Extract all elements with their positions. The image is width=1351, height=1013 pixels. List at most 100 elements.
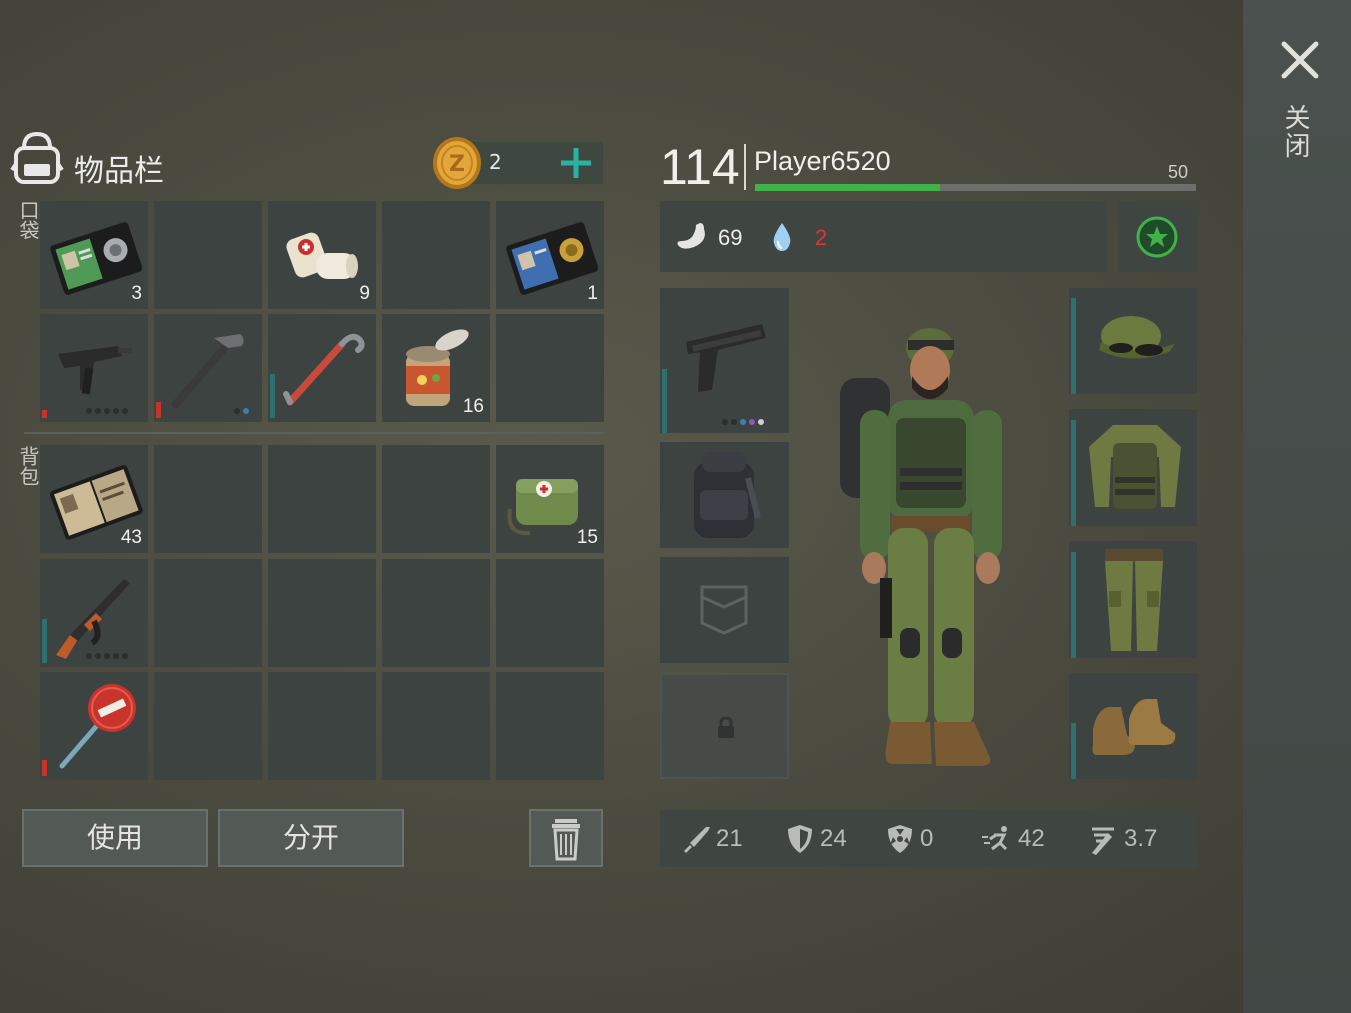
player-level: 114 bbox=[660, 139, 740, 195]
trash-button[interactable] bbox=[529, 809, 603, 867]
backpack-slot-8[interactable] bbox=[268, 559, 376, 667]
camo-cap-icon bbox=[1099, 316, 1175, 359]
durability-bar bbox=[1071, 420, 1076, 526]
pocket-slot-4[interactable] bbox=[382, 201, 490, 309]
water-value: 2 bbox=[815, 225, 828, 250]
pocket-slot-3[interactable]: 9 bbox=[268, 201, 376, 309]
radiation-stat: 0 bbox=[884, 810, 933, 867]
camo-pants-icon bbox=[1105, 549, 1163, 651]
backpack-slot-14[interactable] bbox=[382, 672, 490, 780]
pocket-slot-2[interactable] bbox=[154, 201, 262, 309]
durability-bar bbox=[662, 369, 667, 433]
backpack-slot-1[interactable]: 43 bbox=[40, 445, 148, 553]
add-coins-button[interactable] bbox=[556, 143, 596, 183]
slot-quantity: 15 bbox=[576, 527, 598, 548]
backpack-slot-11[interactable] bbox=[40, 672, 148, 780]
stealth-value: 3.7 bbox=[1124, 824, 1158, 852]
police-id-wallet-icon bbox=[50, 222, 143, 295]
lock-icon bbox=[718, 717, 734, 738]
pocket-slot-10[interactable] bbox=[496, 314, 604, 422]
shield-icon bbox=[788, 824, 812, 853]
slot-quantity: 16 bbox=[462, 396, 484, 417]
pocket-slot-8[interactable] bbox=[268, 314, 376, 422]
backpack-slot-3[interactable] bbox=[268, 445, 376, 553]
durability-bar bbox=[1071, 723, 1076, 779]
slot-quantity: 9 bbox=[359, 283, 370, 304]
pocket-equip-slot[interactable] bbox=[660, 557, 789, 663]
backpack-slot-13[interactable] bbox=[268, 672, 376, 780]
stealth-stat: 3.7 bbox=[1088, 810, 1157, 867]
close-button[interactable] bbox=[1278, 38, 1322, 82]
xp-progress-fill bbox=[755, 184, 941, 191]
stealth-icon bbox=[1092, 827, 1114, 855]
durability-bar bbox=[1071, 552, 1076, 658]
locked-equip-slot[interactable] bbox=[660, 673, 789, 779]
speed-value: 42 bbox=[1018, 824, 1045, 852]
xp-progress-bar bbox=[755, 184, 1196, 191]
needs-bar: 69 2 bbox=[660, 201, 1107, 272]
player-character bbox=[840, 328, 1002, 766]
knife-icon bbox=[684, 826, 710, 853]
attack-value: 21 bbox=[716, 824, 743, 852]
star-icon bbox=[1136, 216, 1178, 258]
pocket-slot-7[interactable] bbox=[154, 314, 262, 422]
backpack-slot-7[interactable] bbox=[154, 559, 262, 667]
weapon-slot[interactable] bbox=[660, 288, 789, 433]
coin-icon: Z bbox=[433, 137, 481, 189]
uzi-smg-icon bbox=[58, 346, 132, 395]
food-value: 69 bbox=[718, 225, 743, 250]
backpack-slot-5[interactable]: 15 bbox=[496, 445, 604, 553]
ak47-rifle-icon bbox=[56, 579, 130, 659]
pistol-icon bbox=[686, 324, 766, 392]
backpack-slot-10[interactable] bbox=[496, 559, 604, 667]
backpack-slot-12[interactable] bbox=[154, 672, 262, 780]
defense-stat: 24 bbox=[784, 810, 847, 867]
backpack-slot-15[interactable] bbox=[496, 672, 604, 780]
durability-bar bbox=[1071, 298, 1076, 394]
speed-stat: 42 bbox=[982, 810, 1045, 867]
slot-quantity: 1 bbox=[587, 283, 598, 304]
stats-bar: 21 24 0 42 3.7 bbox=[660, 810, 1197, 867]
crowbar-icon bbox=[283, 333, 365, 406]
backpack-slot-6[interactable] bbox=[40, 559, 148, 667]
camo-jacket-icon bbox=[1089, 425, 1181, 509]
backpack-slot-2[interactable] bbox=[154, 445, 262, 553]
use-button[interactable]: 使用 bbox=[22, 809, 208, 867]
tan-boots-icon bbox=[1092, 699, 1176, 755]
favorites-button[interactable] bbox=[1118, 201, 1197, 272]
legs-slot[interactable] bbox=[1069, 541, 1197, 658]
level-separator bbox=[744, 144, 746, 190]
backpack-slot-9[interactable] bbox=[382, 559, 490, 667]
head-slot[interactable] bbox=[1069, 288, 1197, 394]
stomach-icon bbox=[677, 223, 705, 249]
pocket-slot-9[interactable]: 16 bbox=[382, 314, 490, 422]
radiation-value: 0 bbox=[920, 824, 934, 852]
water-drop-icon bbox=[773, 223, 791, 251]
player-name: Player6520 bbox=[754, 146, 891, 176]
backpack-equip-slot[interactable] bbox=[660, 442, 789, 548]
close-label[interactable]: 关闭 bbox=[1280, 104, 1314, 160]
trash-icon bbox=[552, 819, 580, 861]
pocket-slot-5[interactable]: 1 bbox=[496, 201, 604, 309]
defense-value: 24 bbox=[820, 824, 847, 852]
feet-slot[interactable] bbox=[1069, 673, 1197, 779]
backpack-icon bbox=[10, 131, 64, 184]
bandage-icon bbox=[286, 232, 358, 279]
torso-slot[interactable] bbox=[1069, 409, 1197, 526]
pocket-label: 口袋 bbox=[16, 200, 40, 240]
split-button[interactable]: 分开 bbox=[218, 809, 404, 867]
attack-stat: 21 bbox=[680, 810, 743, 867]
radiation-icon bbox=[888, 824, 912, 853]
slot-quantity: 3 bbox=[131, 283, 142, 304]
backpack-label: 背包 bbox=[16, 446, 40, 486]
close-icon bbox=[1281, 41, 1319, 79]
tactical-backpack-icon bbox=[694, 452, 761, 538]
inventory-title: 物品栏 bbox=[74, 154, 164, 189]
empty-pocket-icon bbox=[700, 585, 748, 635]
backpack-slot-4[interactable] bbox=[382, 445, 490, 553]
xp-max: 50 bbox=[1168, 162, 1189, 182]
pocket-slot-6[interactable] bbox=[40, 314, 148, 422]
running-icon bbox=[982, 825, 1008, 850]
pocket-slot-1[interactable]: 3 bbox=[40, 201, 148, 309]
svg-text:Z: Z bbox=[449, 152, 465, 177]
